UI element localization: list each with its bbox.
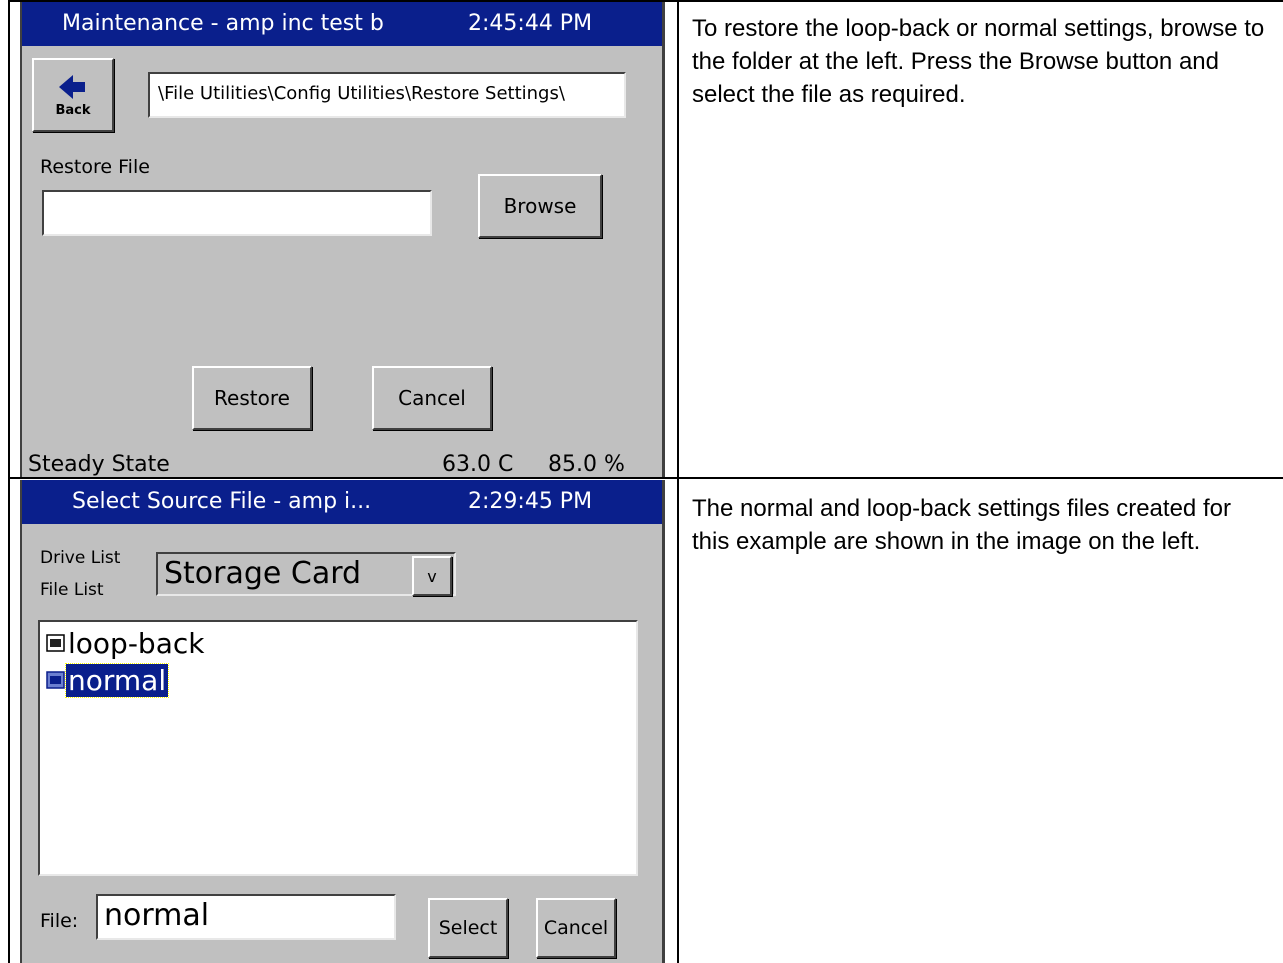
maintenance-screen: Maintenance - amp inc test b 2:45:44 PM … bbox=[22, 2, 662, 477]
table-row-divider bbox=[8, 477, 1283, 479]
panel-edge bbox=[662, 480, 665, 963]
drive-select[interactable]: Storage Card bbox=[156, 552, 456, 596]
cancel-button[interactable]: Cancel bbox=[372, 366, 492, 430]
panel-edge-left bbox=[20, 480, 22, 963]
list-item-selected[interactable]: normal bbox=[46, 662, 170, 698]
file-name-input[interactable]: normal bbox=[96, 894, 396, 940]
temperature-readout: 63.0 C bbox=[442, 452, 514, 477]
restore-file-input[interactable] bbox=[42, 190, 432, 236]
table-border-left bbox=[8, 0, 10, 963]
list-item[interactable]: loop-back bbox=[46, 626, 204, 660]
title-bar: Maintenance - amp inc test b 2:45:44 PM bbox=[22, 2, 662, 46]
back-button-label: Back bbox=[55, 102, 91, 118]
clock: 2:45:44 PM bbox=[468, 11, 593, 36]
restore-file-label: Restore File bbox=[40, 156, 150, 178]
drive-select-value: Storage Card bbox=[164, 556, 362, 591]
back-button[interactable]: Back bbox=[32, 58, 114, 132]
browse-button[interactable]: Browse bbox=[478, 174, 602, 238]
file-list[interactable]: loop-back normal bbox=[38, 620, 638, 876]
row2-description: The normal and loop-back settings files … bbox=[692, 495, 1231, 555]
current-path-field: \File Utilities\Config Utilities\Restore… bbox=[148, 72, 626, 118]
row1-description: To restore the loop-back or normal setti… bbox=[692, 15, 1265, 108]
cancel-button[interactable]: Cancel bbox=[536, 898, 616, 958]
panel-edge bbox=[662, 2, 665, 477]
file-icon bbox=[46, 634, 65, 652]
window-title: Select Source File - amp i... bbox=[72, 489, 372, 514]
status-text: Steady State bbox=[28, 452, 170, 477]
select-button[interactable]: Select bbox=[428, 898, 508, 958]
humidity-readout: 85.0 % bbox=[548, 452, 625, 477]
drive-dropdown-button[interactable]: v bbox=[412, 556, 452, 596]
table-column-divider bbox=[677, 0, 679, 963]
list-item-label: normal bbox=[64, 662, 170, 698]
window-title: Maintenance - amp inc test b bbox=[62, 11, 384, 36]
select-source-file-screen: Select Source File - amp i... 2:29:45 PM… bbox=[22, 480, 662, 963]
clock: 2:29:45 PM bbox=[468, 489, 593, 514]
arrow-left-icon bbox=[59, 74, 85, 99]
file-name-label: File: bbox=[40, 910, 79, 932]
restore-button[interactable]: Restore bbox=[192, 366, 312, 430]
drive-list-label: Drive List bbox=[40, 548, 121, 568]
file-icon bbox=[46, 671, 65, 689]
file-list-label: File List bbox=[40, 580, 104, 600]
title-bar: Select Source File - amp i... 2:29:45 PM bbox=[22, 480, 662, 524]
panel-edge-left bbox=[20, 2, 22, 477]
list-item-label: loop-back bbox=[68, 626, 205, 660]
